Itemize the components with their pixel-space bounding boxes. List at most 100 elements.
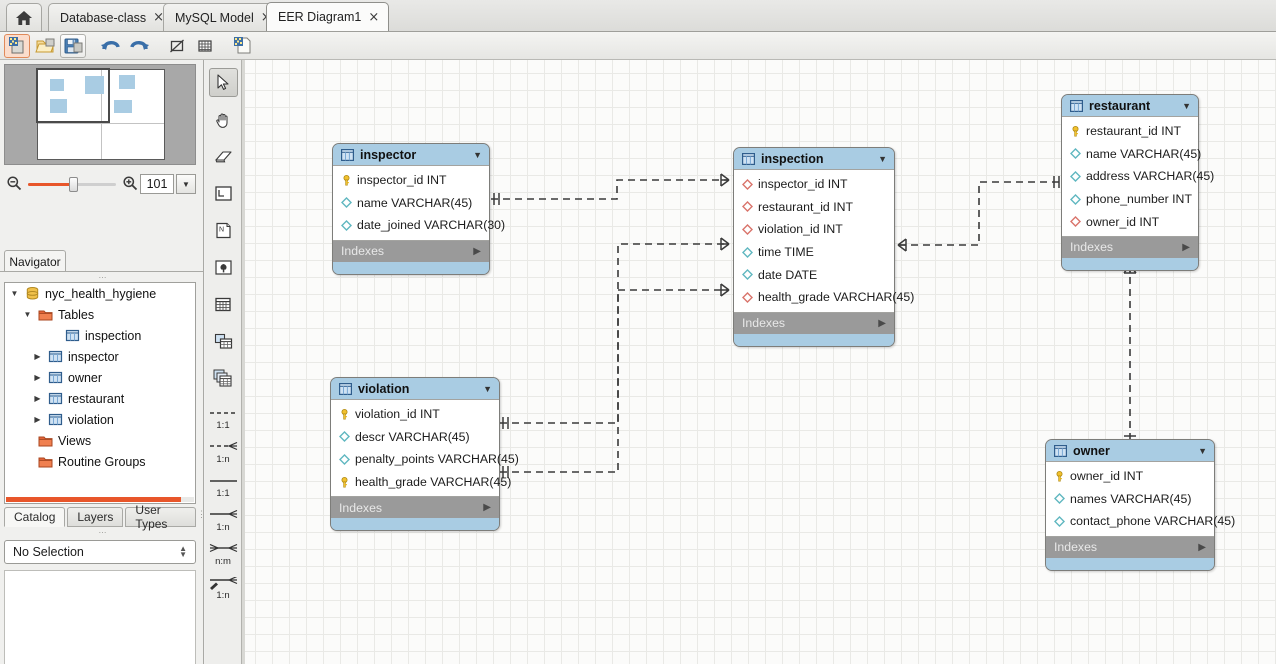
home-tab[interactable] [6, 3, 42, 31]
zoom-slider-knob[interactable] [69, 177, 78, 192]
chevron-right-icon[interactable]: ▶ [473, 246, 481, 257]
column-row[interactable]: address VARCHAR(45) [1062, 165, 1198, 188]
indexes-bar[interactable]: Indexes ▶ [1046, 537, 1214, 558]
schema-nyc-health-hygiene[interactable]: ▼ nyc_health_hygiene [5, 283, 195, 304]
chevron-down-icon[interactable]: ▼ [483, 384, 492, 394]
image-tool[interactable] [209, 253, 238, 282]
column-row[interactable]: phone_number INT [1062, 188, 1198, 211]
rel-1-1-identifying-tool[interactable]: 1:1 [207, 401, 240, 431]
chevron-right-icon[interactable]: ▶ [32, 373, 43, 382]
column-row[interactable]: inspector_id INT [734, 173, 894, 196]
column-row[interactable]: date_joined VARCHAR(30) [333, 214, 489, 237]
column-row[interactable]: penalty_points VARCHAR(45) [331, 448, 499, 471]
zoom-value[interactable]: 101 [140, 174, 174, 194]
mysql-model-tab[interactable]: MySQL Model × [163, 3, 282, 31]
chevron-down-icon[interactable]: ▼ [22, 310, 33, 319]
column-row[interactable]: health_grade VARCHAR(45) [331, 471, 499, 494]
rel-n-m-tool[interactable]: n:m [207, 537, 240, 567]
column-row[interactable]: violation_id INT [734, 218, 894, 241]
table-header-inspector[interactable]: inspector ▼ [333, 144, 489, 165]
tab-user-types[interactable]: User Types [125, 507, 196, 527]
chevron-down-icon[interactable]: ▼ [1198, 446, 1207, 456]
zoom-out-icon[interactable] [4, 175, 24, 194]
chevron-right-icon[interactable]: ▶ [32, 352, 43, 361]
minimap-viewport[interactable] [36, 68, 110, 123]
chevron-down-icon[interactable]: ▼ [878, 154, 887, 164]
splitter-grip[interactable]: ⋯ [95, 530, 111, 535]
rel-1-n-identifying-tool[interactable]: 1:n [207, 435, 240, 465]
folder-tables[interactable]: ▼ Tables [5, 304, 195, 325]
save-model-button[interactable] [60, 34, 86, 58]
table-header-restaurant[interactable]: restaurant ▼ [1062, 95, 1198, 116]
zoom-slider[interactable] [28, 176, 116, 192]
undo-button[interactable] [98, 34, 124, 58]
catalog-tree[interactable]: ▼ nyc_health_hygiene ▼ Tables inspection [4, 282, 196, 504]
indexes-bar[interactable]: Indexes ▶ [734, 313, 894, 334]
column-row[interactable]: violation_id INT [331, 403, 499, 426]
column-row[interactable]: names VARCHAR(45) [1046, 488, 1214, 511]
indexes-bar[interactable]: Indexes ▶ [333, 241, 489, 262]
chevron-right-icon[interactable]: ▶ [32, 415, 43, 424]
rel-pick-tool[interactable]: 1:n [207, 571, 240, 601]
table-box-violation[interactable]: violation ▼ violation_id INT descr VARCH… [330, 377, 500, 531]
toggle-grid-button[interactable] [192, 34, 218, 58]
table-box-inspector[interactable]: inspector ▼ inspector_id INT name VARCHA… [332, 143, 490, 275]
navigator-minimap[interactable] [4, 64, 196, 165]
splitter-grip[interactable]: ⋯ [95, 275, 111, 280]
open-model-button[interactable] [32, 34, 58, 58]
table-violation[interactable]: ▶ violation [5, 409, 195, 430]
tab-layers[interactable]: Layers [67, 507, 123, 527]
toggle-relationship-lines-button[interactable] [164, 34, 190, 58]
navigator-tab[interactable]: Navigator [4, 250, 66, 272]
table-box-owner[interactable]: owner ▼ owner_id INT names VARCHAR(45) [1045, 439, 1215, 571]
rel-1-n-non-identifying-tool[interactable]: 1:n [207, 503, 240, 533]
chevron-down-icon[interactable]: ▼ [473, 150, 482, 160]
column-row[interactable]: contact_phone VARCHAR(45) [1046, 510, 1214, 533]
table-inspection[interactable]: inspection [5, 325, 195, 346]
new-table-tool[interactable] [209, 290, 238, 319]
chevron-down-icon[interactable]: ▼ [1182, 101, 1191, 111]
column-row[interactable]: name VARCHAR(45) [1062, 143, 1198, 166]
layer-tool[interactable] [209, 179, 238, 208]
chevron-down-icon[interactable]: ▼ [9, 289, 20, 298]
zoom-in-icon[interactable] [120, 175, 140, 194]
chevron-down-icon[interactable]: ▼ [176, 174, 196, 194]
table-box-restaurant[interactable]: restaurant ▼ restaurant_id INT name VARC… [1061, 94, 1199, 271]
table-owner[interactable]: ▶ owner [5, 367, 195, 388]
column-row[interactable]: date DATE [734, 263, 894, 286]
tab-catalog[interactable]: Catalog [4, 507, 65, 527]
eraser-tool[interactable] [209, 142, 238, 171]
pointer-tool[interactable] [209, 68, 238, 97]
column-row[interactable]: health_grade VARCHAR(45) [734, 286, 894, 309]
chevron-right-icon[interactable]: ▶ [1198, 542, 1206, 553]
table-header-inspection[interactable]: inspection ▼ [734, 148, 894, 169]
eer-diagram-tab[interactable]: EER Diagram1 × [266, 2, 389, 31]
table-restaurant[interactable]: ▶ restaurant [5, 388, 195, 409]
table-box-inspection[interactable]: inspection ▼ inspector_id INT restaurant… [733, 147, 895, 347]
column-row[interactable]: name VARCHAR(45) [333, 192, 489, 215]
selection-dropdown[interactable]: No Selection ▲▼ [4, 540, 196, 564]
redo-button[interactable] [126, 34, 152, 58]
indexes-bar[interactable]: Indexes ▶ [1062, 237, 1198, 258]
table-header-violation[interactable]: violation ▼ [331, 378, 499, 399]
folder-views[interactable]: Views [5, 430, 195, 451]
new-model-button[interactable] [4, 34, 30, 58]
column-row[interactable]: inspector_id INT [333, 169, 489, 192]
chevron-right-icon[interactable]: ▶ [878, 318, 886, 329]
column-row[interactable]: restaurant_id INT [1062, 120, 1198, 143]
table-inspector[interactable]: ▶ inspector [5, 346, 195, 367]
chevron-right-icon[interactable]: ▶ [483, 502, 491, 513]
close-icon[interactable]: × [368, 11, 379, 24]
new-diagram-button[interactable] [230, 34, 256, 58]
folder-routine-groups[interactable]: Routine Groups [5, 451, 195, 472]
column-row[interactable]: time TIME [734, 241, 894, 264]
column-row[interactable]: descr VARCHAR(45) [331, 426, 499, 449]
chevron-right-icon[interactable]: ▶ [32, 394, 43, 403]
database-class-tab[interactable]: Database-class × [48, 3, 174, 31]
stepper-icon[interactable]: ▲▼ [179, 546, 187, 558]
tree-horizontal-scrollbar[interactable] [6, 497, 194, 502]
new-view-tool[interactable] [209, 327, 238, 356]
note-tool[interactable]: N [209, 216, 238, 245]
column-row[interactable]: owner_id INT [1062, 210, 1198, 233]
rel-1-1-non-identifying-tool[interactable]: 1:1 [207, 469, 240, 499]
